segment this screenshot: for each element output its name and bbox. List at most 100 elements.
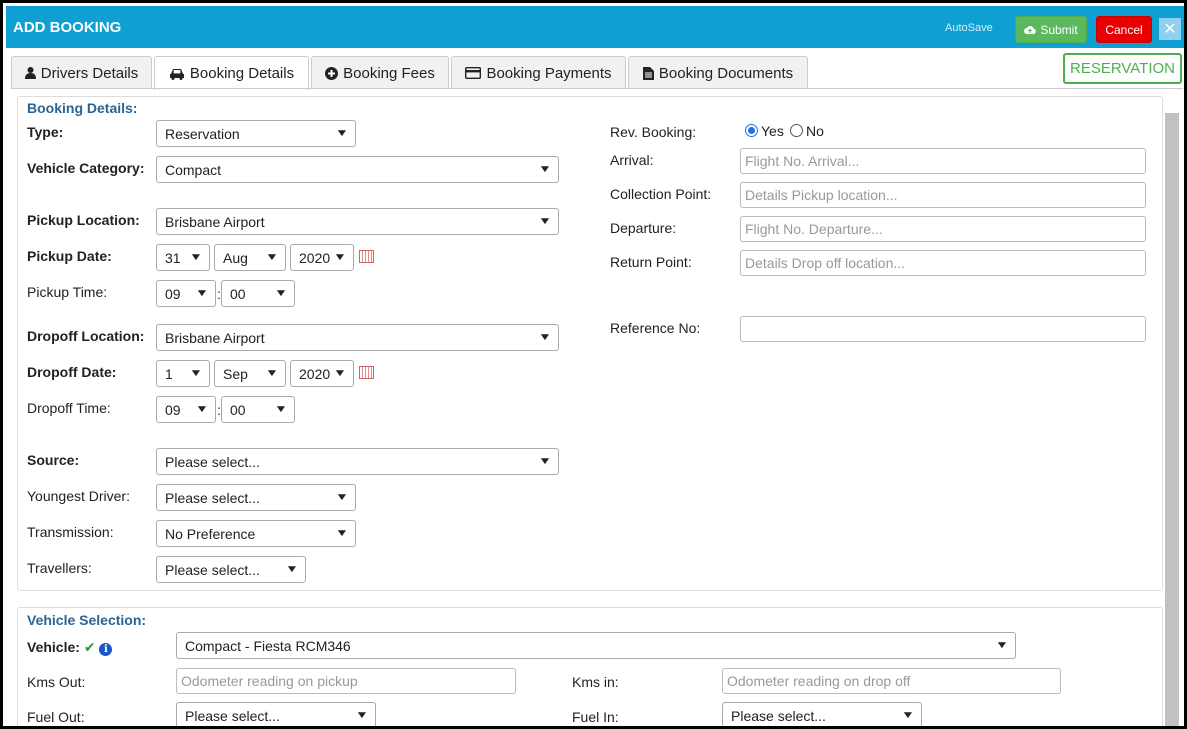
chevron-down-icon: ▼	[538, 164, 552, 175]
dropoff-day-select[interactable]: 1 ▼	[156, 360, 210, 387]
tab-label: Booking Payments	[486, 64, 612, 82]
pickup-location-select[interactable]: Brisbane Airport ▼	[156, 208, 559, 235]
tab-label: Booking Details	[189, 65, 295, 82]
rev-booking-label: Rev. Booking:	[610, 124, 697, 140]
chevron-down-icon: ▼	[538, 456, 552, 467]
reference-no-label: Reference No:	[610, 320, 701, 336]
pickup-month-select[interactable]: Aug ▼	[214, 244, 286, 271]
tab-label: Booking Fees	[343, 64, 435, 82]
info-icon[interactable]: i	[99, 643, 113, 656]
submit-button[interactable]: Submit	[1015, 16, 1087, 43]
chevron-down-icon: ▼	[274, 404, 288, 415]
rev-booking-yes-radio[interactable]	[745, 124, 758, 137]
return-point-input[interactable]: Details Drop off location...	[740, 250, 1146, 276]
chevron-down-icon: ▼	[189, 252, 203, 263]
dropoff-date-label: Dropoff Date:	[27, 364, 117, 380]
fuel-in-select[interactable]: Please select... ▼	[722, 702, 922, 726]
fuel-out-select[interactable]: Please select... ▼	[176, 702, 376, 726]
chevron-down-icon: ▼	[333, 368, 347, 379]
chevron-down-icon: ▼	[285, 564, 299, 575]
rev-booking-no-radio[interactable]	[790, 124, 803, 137]
travellers-label: Travellers:	[27, 560, 92, 576]
pickup-location-label: Pickup Location:	[27, 212, 140, 228]
autosave-toggle[interactable]: AutoSave	[945, 22, 993, 34]
youngest-driver-label: Youngest Driver:	[27, 488, 130, 504]
youngest-driver-select[interactable]: Please select... ▼	[156, 484, 356, 511]
document-icon	[642, 66, 654, 80]
vehicle-select[interactable]: Compact - Fiesta RCM346 ▼	[176, 632, 1016, 659]
cancel-label: Cancel	[1105, 22, 1143, 37]
chevron-down-icon: ▼	[195, 288, 209, 299]
cloud-upload-icon	[1024, 25, 1037, 34]
kms-out-input[interactable]: Odometer reading on pickup	[176, 668, 516, 694]
collection-point-input[interactable]: Details Pickup location...	[740, 182, 1146, 208]
tab-booking-payments[interactable]: Booking Payments	[451, 56, 626, 89]
chevron-down-icon: ▼	[333, 252, 347, 263]
chevron-down-icon: ▼	[335, 528, 349, 539]
pickup-date-label: Pickup Date:	[27, 248, 112, 264]
chevron-down-icon: ▼	[538, 332, 552, 343]
dialog-title: ADD BOOKING	[13, 19, 122, 36]
chevron-down-icon: ▼	[274, 288, 288, 299]
pickup-year-select[interactable]: 2020 ▼	[290, 244, 354, 271]
vehicle-category-select[interactable]: Compact ▼	[156, 156, 559, 183]
scrollbar[interactable]	[1165, 113, 1179, 726]
fuel-in-label: Fuel In:	[572, 709, 619, 725]
pickup-minute-select[interactable]: 00 ▼	[221, 280, 295, 307]
tab-drivers-details[interactable]: Drivers Details	[11, 56, 152, 89]
vehicle-category-label: Vehicle Category:	[27, 160, 145, 176]
dropoff-time-label: Dropoff Time:	[27, 400, 111, 416]
travellers-select[interactable]: Please select... ▼	[156, 556, 306, 583]
user-icon	[24, 67, 36, 79]
booking-details-legend: Booking Details:	[27, 100, 138, 116]
source-label: Source:	[27, 452, 80, 468]
pickup-day-select[interactable]: 31 ▼	[156, 244, 210, 271]
dropoff-minute-select[interactable]: 00 ▼	[221, 396, 295, 423]
tab-divider	[11, 88, 1183, 89]
credit-card-icon	[465, 67, 482, 79]
return-point-label: Return Point:	[610, 254, 692, 270]
calendar-icon[interactable]	[359, 366, 374, 379]
calendar-icon[interactable]	[359, 250, 374, 263]
kms-in-label: Kms in:	[572, 674, 619, 690]
type-label: Type:	[27, 124, 64, 140]
arrival-input[interactable]: Flight No. Arrival...	[740, 148, 1146, 174]
tab-label: Booking Documents	[658, 64, 794, 82]
transmission-label: Transmission:	[27, 524, 114, 540]
dropoff-year-select[interactable]: 2020 ▼	[290, 360, 354, 387]
chevron-down-icon: ▼	[335, 492, 349, 503]
fuel-out-label: Fuel Out:	[27, 709, 85, 725]
kms-in-input[interactable]: Odometer reading on drop off	[722, 668, 1061, 694]
tab-booking-fees[interactable]: Booking Fees	[311, 56, 449, 89]
chevron-down-icon: ▼	[995, 640, 1009, 651]
pickup-hour-select[interactable]: 09 ▼	[156, 280, 216, 307]
car-icon	[169, 68, 184, 80]
kms-out-label: Kms Out:	[27, 674, 86, 690]
tab-booking-details[interactable]: Booking Details	[154, 56, 309, 90]
rev-booking-yes-label: Yes	[761, 123, 784, 139]
type-select[interactable]: Reservation ▼	[156, 120, 356, 147]
rev-booking-no-label: No	[806, 123, 824, 139]
source-select[interactable]: Please select... ▼	[156, 448, 559, 475]
dropoff-month-select[interactable]: Sep ▼	[214, 360, 286, 387]
dropoff-hour-select[interactable]: 09 ▼	[156, 396, 216, 423]
departure-input[interactable]: Flight No. Departure...	[740, 216, 1146, 242]
chevron-down-icon: ▼	[335, 128, 349, 139]
close-icon[interactable]: ✕	[1159, 18, 1181, 40]
chevron-down-icon: ▼	[189, 368, 203, 379]
check-icon: ✔	[83, 639, 96, 655]
cancel-button[interactable]: Cancel	[1096, 16, 1152, 43]
chevron-down-icon: ▼	[538, 216, 552, 227]
chevron-down-icon: ▼	[265, 368, 279, 379]
dropoff-location-select[interactable]: Brisbane Airport ▼	[156, 324, 559, 351]
tab-booking-documents[interactable]: Booking Documents	[628, 56, 808, 89]
reference-no-input[interactable]	[740, 316, 1146, 342]
transmission-select[interactable]: No Preference ▼	[156, 520, 356, 547]
chevron-down-icon: ▼	[355, 710, 369, 721]
arrival-label: Arrival:	[610, 152, 654, 168]
chevron-down-icon: ▼	[901, 710, 915, 721]
vehicle-selection-legend: Vehicle Selection:	[27, 612, 147, 628]
chevron-down-icon: ▼	[195, 404, 209, 415]
plus-circle-icon	[325, 66, 339, 80]
vehicle-label: Vehicle: ✔ i	[27, 639, 113, 656]
